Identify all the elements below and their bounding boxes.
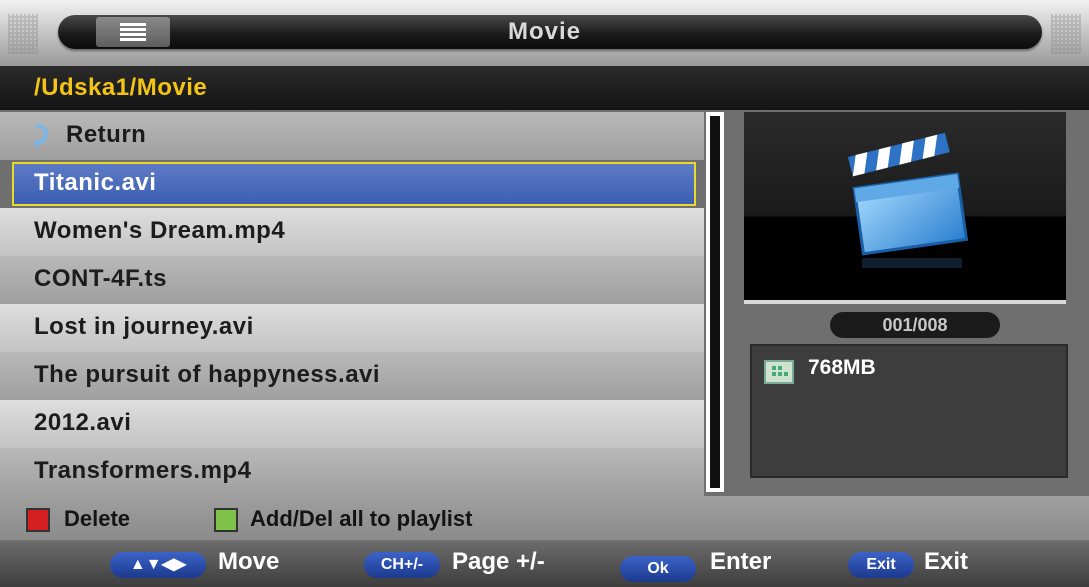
list-item-label: Women's Dream.mp4 <box>34 217 286 244</box>
list-item[interactable]: Lost in journey.avi <box>0 304 704 352</box>
preview-pane <box>744 112 1066 304</box>
list-item-label: 2012.avi <box>34 409 132 436</box>
scrollbar-thumb[interactable] <box>710 116 720 488</box>
file-size-icon <box>764 360 794 384</box>
move-key-button[interactable]: ▲▼◀▶ <box>110 552 206 578</box>
file-info-panel: 768MB <box>750 344 1068 478</box>
color-key-legend <box>0 496 1089 540</box>
file-counter: 001/008 <box>830 312 1000 338</box>
list-item-label: Titanic.avi <box>34 169 157 196</box>
page-key-button[interactable]: CH+/- <box>364 552 440 578</box>
movie-clapperboard-icon <box>847 132 969 268</box>
exit-label: Exit <box>924 548 969 575</box>
ok-key-button[interactable]: Ok <box>620 556 696 582</box>
list-item-selected[interactable]: Titanic.avi <box>12 162 696 206</box>
file-size: 768MB <box>808 356 876 379</box>
list-item-label: Lost in journey.avi <box>34 313 254 340</box>
exit-key-button[interactable]: Exit <box>848 552 914 578</box>
return-icon <box>34 124 49 146</box>
list-item-label: The pursuit of happyness.avi <box>34 361 381 388</box>
enter-label: Enter <box>710 548 772 575</box>
scrollbar[interactable] <box>706 112 724 492</box>
file-list: Return Titanic.avi Women's Dream.mp4 CON… <box>0 112 704 496</box>
current-path: /Udska1/Movie <box>34 74 208 101</box>
red-key-icon <box>26 508 50 532</box>
list-item[interactable]: The pursuit of happyness.avi <box>0 352 704 400</box>
delete-label: Delete <box>64 506 131 531</box>
list-item[interactable]: Women's Dream.mp4 <box>0 208 704 256</box>
move-label: Move <box>218 548 280 575</box>
return-label: Return <box>66 121 147 148</box>
page-label: Page +/- <box>452 548 545 575</box>
list-item-label: CONT-4F.ts <box>34 265 168 292</box>
return-item[interactable]: Return <box>0 112 704 160</box>
list-item-label: Transformers.mp4 <box>34 457 252 484</box>
list-item[interactable]: 2012.avi <box>0 400 704 448</box>
list-item[interactable]: CONT-4F.ts <box>0 256 704 304</box>
green-key-icon <box>214 508 238 532</box>
playlist-label: Add/Del all to playlist <box>250 506 473 531</box>
window-title: Movie <box>507 18 581 45</box>
list-item[interactable]: Transformers.mp4 <box>0 448 704 496</box>
